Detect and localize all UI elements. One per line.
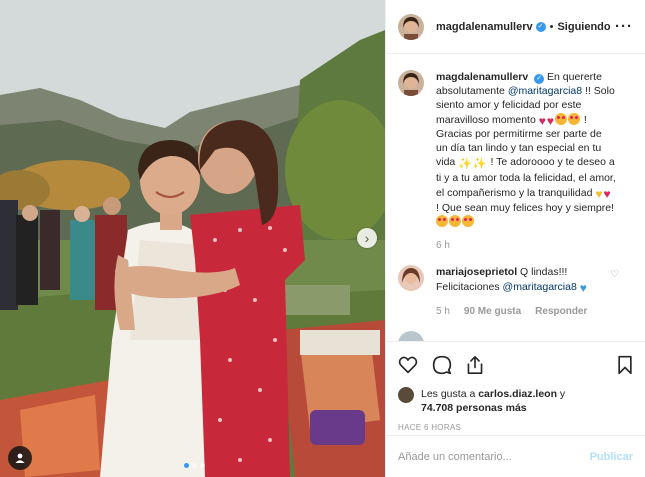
chevron-right-icon: ›: [364, 230, 370, 246]
caption-avatar[interactable]: [398, 70, 424, 96]
commenter-username[interactable]: mariajoseprietol: [436, 266, 517, 278]
carousel-dot: [200, 463, 205, 468]
header-separator: •: [549, 20, 554, 33]
caption-mention[interactable]: @maritagarcia8: [508, 85, 582, 97]
tagged-users-button[interactable]: [8, 446, 32, 470]
comment-likes[interactable]: 90 Me gusta: [464, 305, 521, 319]
caption-username[interactable]: magdalenamullerv: [436, 71, 528, 83]
heart-eyes-emoji-icon: [462, 215, 474, 228]
liker-avatar[interactable]: [398, 387, 414, 403]
likes-summary: Les gusta a carlos.diaz.leon y 74.708 pe…: [398, 387, 633, 415]
comment-input[interactable]: [398, 450, 590, 463]
next-photo-button[interactable]: ›: [357, 228, 377, 248]
verified-badge-icon: ✓: [534, 74, 545, 84]
post-photo[interactable]: ›: [0, 0, 385, 477]
comment-bubble-icon[interactable]: [432, 355, 452, 375]
red-heart-icon: ♥: [603, 186, 611, 201]
heart-eyes-emoji-icon: [436, 215, 448, 228]
comment-body: mariajoseprietol Q lindas!!! Felicitacio…: [436, 265, 616, 319]
red-heart-icon: ♥: [546, 113, 554, 128]
likes-text: Les gusta a carlos.diaz.leon y 74.708 pe…: [421, 387, 565, 415]
caption-body: magdalenamullerv ✓ En quererte absolutam…: [436, 70, 616, 253]
post-sidebar: magdalenamullerv ✓ • Siguiendo ··· magda…: [385, 0, 645, 477]
yellow-heart-icon: ♥: [595, 186, 603, 201]
bookmark-icon[interactable]: [617, 355, 633, 375]
post-header: magdalenamullerv ✓ • Siguiendo ···: [386, 0, 645, 54]
wedding-photo-scene: [0, 0, 385, 477]
next-comment-avatar: [398, 331, 633, 341]
comment-item: mariajoseprietol Q lindas!!! Felicitacio…: [398, 265, 633, 319]
carousel-indicator: [184, 463, 205, 468]
user-tag-icon: [15, 453, 25, 463]
instagram-post: › magdalenamullerv ✓ • Siguiendo ··· mag…: [0, 0, 645, 477]
comment-meta: 5 h 90 Me gusta Responder: [436, 305, 616, 319]
author-avatar[interactable]: [398, 13, 424, 40]
heart-eyes-emoji-icon: [567, 112, 580, 125]
caption: magdalenamullerv ✓ En quererte absolutam…: [398, 70, 633, 253]
like-comment-heart-icon[interactable]: ♡: [610, 269, 619, 280]
caption-time[interactable]: 6 h: [436, 239, 450, 253]
likes-count[interactable]: 74.708 personas más: [421, 402, 527, 414]
blue-heart-icon: ♥: [579, 280, 587, 295]
heart-eyes-emoji-icon: [554, 112, 567, 125]
carousel-dot: [184, 463, 189, 468]
post-timestamp[interactable]: HACE 6 HORAS: [398, 423, 633, 432]
sparkles-icon: ✨: [458, 158, 472, 171]
sparkles-icon: ✨: [472, 158, 487, 171]
comment-time[interactable]: 5 h: [436, 305, 450, 319]
more-options-icon[interactable]: ···: [615, 18, 633, 35]
caption-meta: 6 h: [436, 239, 616, 253]
likes-joiner: y: [559, 388, 566, 400]
action-bar: [398, 352, 633, 378]
liker-username[interactable]: carlos.diaz.leon: [478, 388, 557, 400]
like-heart-icon[interactable]: [398, 356, 418, 374]
commenter-avatar[interactable]: [398, 265, 424, 292]
heart-eyes-emoji-icon: [449, 215, 461, 228]
comments-section: magdalenamullerv ✓ En quererte absolutam…: [386, 54, 645, 341]
share-icon[interactable]: [466, 355, 484, 375]
reply-button[interactable]: Responder: [535, 305, 587, 319]
red-heart-icon: ♥: [538, 113, 546, 128]
verified-badge-icon: ✓: [535, 21, 546, 32]
carousel-dot: [192, 463, 197, 468]
author-username[interactable]: magdalenamullerv: [436, 21, 533, 33]
publish-comment-button[interactable]: Publicar: [590, 451, 633, 463]
add-comment-bar: Publicar: [386, 435, 645, 477]
follow-status-button[interactable]: Siguiendo: [557, 21, 610, 33]
comment-mention[interactable]: @maritagarcia8: [503, 281, 577, 293]
caption-text: ! Que sean muy felices hoy y siempre!: [436, 201, 614, 214]
likes-prefix: Les gusta a: [421, 388, 476, 400]
